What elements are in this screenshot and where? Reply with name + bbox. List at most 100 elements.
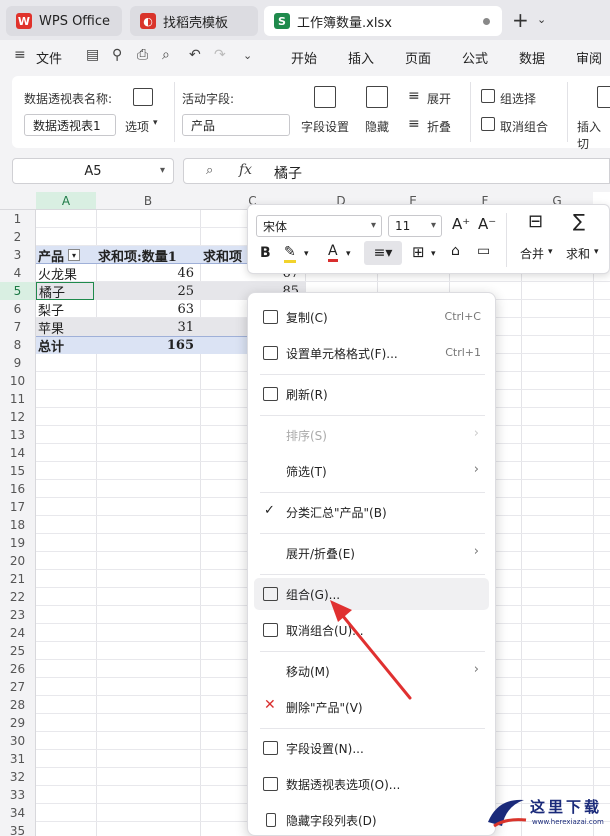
row-header-22[interactable]: 22 — [0, 588, 36, 606]
row-header-2[interactable]: 2 — [0, 228, 36, 246]
menu-move[interactable]: 移动(M) › — [254, 655, 489, 687]
row-header-27[interactable]: 27 — [0, 678, 36, 696]
menu-format-cells[interactable]: 设置单元格格式(F)... Ctrl+1 — [254, 337, 489, 369]
sum-icon[interactable]: ∑ — [573, 211, 585, 232]
cell-a6[interactable]: 梨子 — [38, 300, 96, 319]
menu-page[interactable]: 页面 — [405, 48, 431, 67]
redo-icon[interactable]: ↷ — [214, 47, 226, 63]
new-tab-icon[interactable]: + — [512, 8, 529, 32]
cell-a4[interactable]: 火龙果 — [38, 264, 96, 283]
menu-formula[interactable]: 公式 — [462, 48, 488, 67]
pivot-header-product[interactable]: 产品 ▾ — [38, 246, 96, 265]
active-field-input[interactable]: 产品 — [182, 114, 290, 136]
pivot-header-sum2[interactable]: 求和项 — [203, 246, 247, 265]
merge-icon[interactable]: ⊟ — [528, 211, 543, 232]
decrease-font-icon[interactable]: A⁻ — [478, 215, 496, 233]
cell-b5[interactable]: 25 — [96, 282, 200, 300]
row-header-10[interactable]: 10 — [0, 372, 36, 390]
function-icon[interactable]: fx — [239, 162, 252, 178]
row-header-12[interactable]: 12 — [0, 408, 36, 426]
increase-font-icon[interactable]: A⁺ — [452, 215, 470, 233]
select-all-corner[interactable] — [0, 192, 36, 210]
menu-refresh[interactable]: 刷新(R) — [254, 378, 489, 410]
save-icon[interactable]: ▤ — [86, 47, 99, 63]
row-header-33[interactable]: 33 — [0, 786, 36, 804]
insert-slicer-button[interactable]: 插入切 — [577, 118, 610, 152]
zoom-icon[interactable]: ⌕ — [206, 163, 213, 178]
chevron-down-icon[interactable]: ⌄ — [537, 13, 546, 26]
cell-b6[interactable]: 63 — [96, 300, 200, 318]
menu-group[interactable]: 组合(G)... — [254, 578, 489, 610]
row-header-25[interactable]: 25 — [0, 642, 36, 660]
slicer-icon[interactable] — [597, 86, 610, 108]
pivot-name-input[interactable]: 数据透视表1 — [24, 114, 116, 136]
cell-a8-total[interactable]: 总计 — [38, 336, 96, 355]
pivot-table-icon[interactable] — [133, 88, 153, 106]
font-family-select[interactable]: 宋体 ▾ — [256, 215, 382, 237]
menu-expand-collapse[interactable]: 展开/折叠(E) › — [254, 537, 489, 569]
merge-button[interactable]: 合并 — [520, 245, 544, 262]
row-header-5[interactable]: 5 — [0, 282, 36, 300]
row-header-8[interactable]: 8 — [0, 336, 36, 354]
row-header-1[interactable]: 1 — [0, 210, 36, 228]
undo-icon[interactable]: ↶ — [189, 47, 201, 63]
row-header-23[interactable]: 23 — [0, 606, 36, 624]
hide-button[interactable]: 隐藏 — [365, 118, 389, 135]
tab-wps-office[interactable]: W WPS Office — [6, 6, 122, 36]
menu-review[interactable]: 审阅 — [576, 48, 602, 67]
tab-workbook[interactable]: S 工作簿数量.xlsx — [264, 6, 502, 36]
row-header-32[interactable]: 32 — [0, 768, 36, 786]
chevron-down-icon[interactable]: ▾ — [160, 165, 165, 176]
row-header-30[interactable]: 30 — [0, 732, 36, 750]
row-header-4[interactable]: 4 — [0, 264, 36, 282]
row-header-3[interactable]: 3 — [0, 246, 36, 264]
align-center-icon[interactable]: ≡▾ — [364, 241, 402, 265]
field-settings-icon[interactable] — [314, 86, 336, 108]
ungroup-button[interactable]: 取消组合 — [500, 118, 548, 135]
row-header-17[interactable]: 17 — [0, 498, 36, 516]
filter-dropdown-icon[interactable]: ▾ — [68, 249, 81, 261]
row-header-35[interactable]: 35 — [0, 822, 36, 836]
row-header-14[interactable]: 14 — [0, 444, 36, 462]
row-header-21[interactable]: 21 — [0, 570, 36, 588]
row-header-11[interactable]: 11 — [0, 390, 36, 408]
row-header-34[interactable]: 34 — [0, 804, 36, 822]
row-header-7[interactable]: 7 — [0, 318, 36, 336]
row-header-28[interactable]: 28 — [0, 696, 36, 714]
row-header-24[interactable]: 24 — [0, 624, 36, 642]
menu-file[interactable]: 文件 — [36, 48, 62, 67]
hide-icon[interactable] — [366, 86, 388, 108]
name-box[interactable]: A5 ▾ — [12, 158, 174, 184]
export-icon[interactable]: ⚲ — [112, 47, 122, 63]
border-icon[interactable]: ⊞ — [412, 243, 425, 261]
menu-delete-field[interactable]: ✕ 删除"产品"(V) — [254, 691, 489, 723]
collapse-button[interactable]: 折叠 — [427, 118, 451, 135]
cell-b4[interactable]: 46 — [96, 264, 200, 282]
sum-button[interactable]: 求和 — [566, 245, 590, 262]
highlight-icon[interactable]: ✎ — [284, 244, 296, 263]
format-painter-icon[interactable]: ⌂ — [451, 243, 460, 259]
row-header-31[interactable]: 31 — [0, 750, 36, 768]
print-preview-icon[interactable]: ⌕ — [162, 47, 170, 63]
cell-b7[interactable]: 31 — [96, 318, 200, 336]
options-button[interactable]: 选项 — [125, 118, 149, 135]
row-header-19[interactable]: 19 — [0, 534, 36, 552]
cell-style-icon[interactable]: ▭ — [477, 243, 490, 259]
row-header-6[interactable]: 6 — [0, 300, 36, 318]
cell-a7[interactable]: 苹果 — [38, 318, 96, 337]
menu-sort[interactable]: 排序(S) › — [254, 419, 489, 451]
chevron-down-icon[interactable]: ▾ — [431, 249, 436, 259]
print-icon[interactable]: ⎙ — [137, 47, 148, 63]
font-color-icon[interactable]: A — [328, 243, 338, 262]
row-header-9[interactable]: 9 — [0, 354, 36, 372]
row-header-15[interactable]: 15 — [0, 462, 36, 480]
hamburger-icon[interactable]: ≡ — [14, 47, 26, 63]
tab-template[interactable]: ◐ 找稻壳模板 — [130, 6, 258, 36]
menu-field-settings[interactable]: 字段设置(N)... — [254, 732, 489, 764]
expand-button[interactable]: 展开 — [427, 90, 451, 107]
menu-insert[interactable]: 插入 — [348, 48, 374, 67]
row-header-20[interactable]: 20 — [0, 552, 36, 570]
chevron-down-icon[interactable]: ⌄ — [243, 49, 252, 62]
unsaved-dot-icon[interactable] — [483, 18, 490, 25]
row-header-29[interactable]: 29 — [0, 714, 36, 732]
